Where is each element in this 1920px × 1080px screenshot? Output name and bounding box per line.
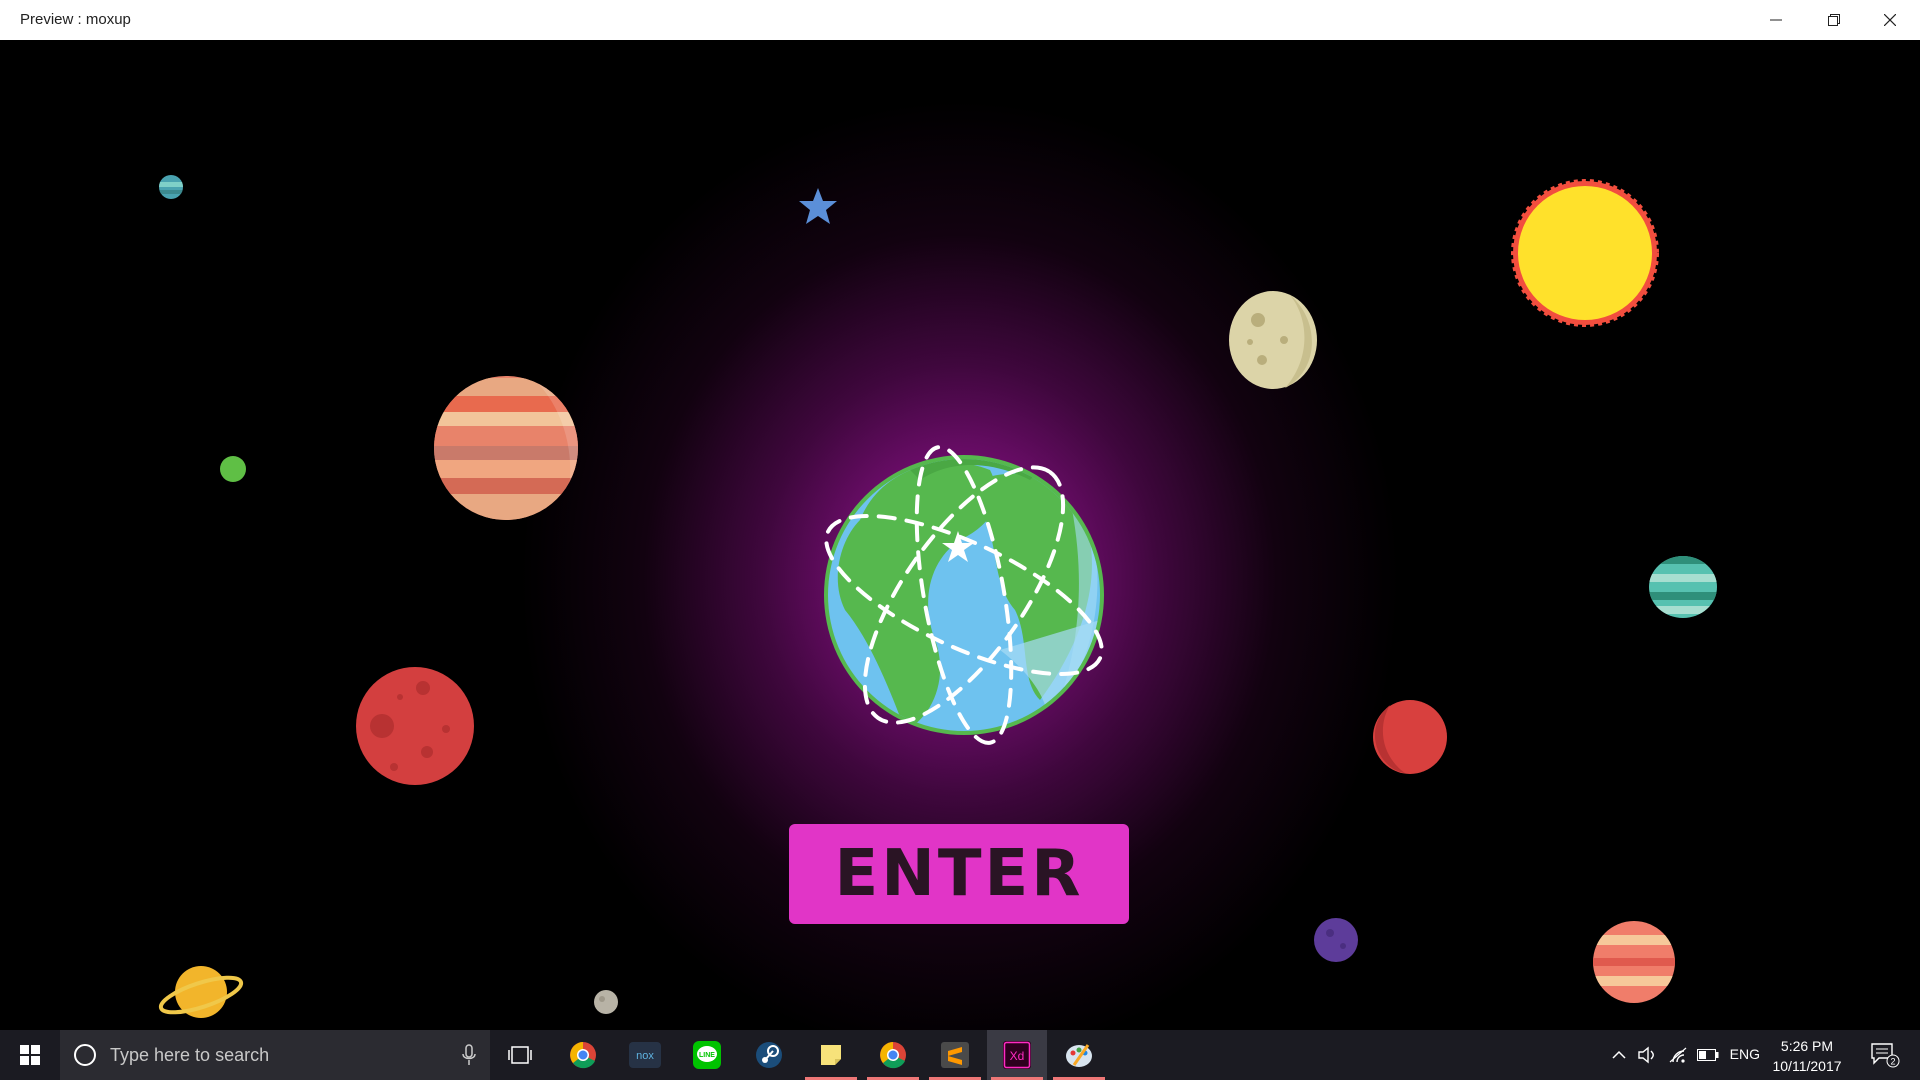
window-title: Preview : moxup [20, 11, 131, 28]
sticky-notes-icon [821, 1045, 841, 1065]
action-center-button[interactable]: 2 [1860, 1030, 1910, 1080]
minimize-button[interactable] [1748, 0, 1804, 40]
search-placeholder: Type here to search [110, 1044, 270, 1065]
preview-canvas: ENTER [0, 40, 1920, 1030]
windows-logo-icon [20, 1045, 40, 1065]
small-grey-moon [594, 990, 618, 1014]
striped-planet [1593, 921, 1675, 1003]
search-box[interactable]: Type here to search [60, 1030, 490, 1080]
notification-count: 2 [1890, 1057, 1895, 1067]
clock-date: 10/11/2017 [1772, 1058, 1842, 1074]
enter-button[interactable]: ENTER [789, 824, 1129, 924]
line-taskbar-button[interactable]: LINE [677, 1030, 737, 1080]
chrome-icon [570, 1042, 596, 1069]
sticky-notes-taskbar-button[interactable] [801, 1030, 861, 1080]
task-view-icon [508, 1046, 532, 1064]
earth-planet [824, 445, 1104, 745]
taskbar: Type here to search nox LINE Xd ENG 5:26… [0, 1030, 1920, 1080]
sublime-text-taskbar-button[interactable] [925, 1030, 985, 1080]
wifi-icon [1669, 1047, 1687, 1063]
task-view-button[interactable] [490, 1030, 550, 1080]
enter-button-label: ENTER [834, 837, 1084, 911]
chrome-window-taskbar-button[interactable] [863, 1030, 923, 1080]
moon-planet [1229, 291, 1317, 389]
small-teal-planet [159, 175, 183, 199]
show-hidden-icons-button[interactable] [1606, 1030, 1632, 1080]
nox-icon: nox [629, 1042, 661, 1068]
notification-icon: 2 [1871, 1043, 1900, 1068]
input-language-indicator[interactable]: ENG [1730, 1046, 1760, 1062]
purple-planet [1314, 918, 1358, 962]
jupiter-planet [434, 376, 578, 520]
volume-icon [1638, 1046, 1654, 1064]
title-bar: Preview : moxup [0, 0, 1920, 41]
chrome-icon [880, 1042, 906, 1069]
close-button[interactable] [1862, 0, 1918, 40]
start-button[interactable] [0, 1030, 60, 1080]
volume-button[interactable] [1634, 1030, 1660, 1080]
restore-button[interactable] [1806, 0, 1862, 40]
nox-taskbar-button[interactable]: nox [615, 1030, 675, 1080]
adobe-xd-icon: Xd [1003, 1041, 1031, 1069]
line-icon-label: LINE [699, 1052, 715, 1059]
sublime-text-icon [941, 1042, 969, 1068]
adobe-xd-taskbar-button[interactable]: Xd [987, 1030, 1047, 1080]
chrome-taskbar-button[interactable] [553, 1030, 613, 1080]
steam-taskbar-button[interactable] [739, 1030, 799, 1080]
microphone-icon[interactable] [462, 1044, 476, 1066]
close-icon [1884, 14, 1896, 26]
teal-planet [1649, 556, 1717, 618]
star-icon [799, 188, 837, 224]
paint-taskbar-button[interactable] [1049, 1030, 1109, 1080]
clock[interactable]: 5:26 PM 10/11/2017 [1762, 1036, 1852, 1076]
cortana-icon [74, 1044, 96, 1066]
nox-icon-label: nox [636, 1050, 654, 1062]
adobe-xd-icon-label: Xd [1010, 1049, 1025, 1063]
sun [1511, 179, 1659, 327]
mars-planet [356, 667, 474, 785]
line-icon: LINE [693, 1041, 721, 1069]
restore-icon [1828, 14, 1840, 26]
battery-icon [1697, 1049, 1719, 1061]
steam-icon [756, 1042, 782, 1068]
network-button[interactable] [1664, 1030, 1692, 1080]
paint-icon [1066, 1044, 1092, 1067]
saturn-planet [158, 966, 244, 1018]
clock-time: 5:26 PM [1780, 1038, 1834, 1054]
red-planet [1373, 700, 1447, 774]
small-green-planet [220, 456, 246, 482]
chevron-up-icon [1612, 1050, 1626, 1059]
minimize-icon [1770, 19, 1782, 21]
battery-button[interactable] [1694, 1030, 1722, 1080]
